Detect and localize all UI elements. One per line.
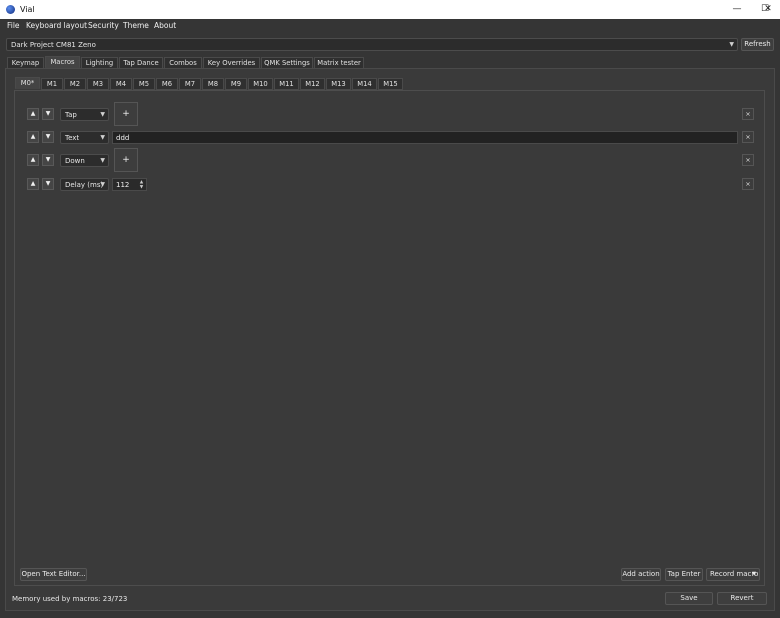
move-up-button[interactable]: ▲: [27, 154, 39, 166]
tap-enter-button[interactable]: Tap Enter: [665, 568, 703, 581]
macro-tab-m6[interactable]: M6: [156, 78, 178, 90]
macro-tab-m13[interactable]: M13: [326, 78, 351, 90]
macro-tab-m0[interactable]: M0*: [15, 77, 40, 89]
macro-tab-m8[interactable]: M8: [202, 78, 224, 90]
revert-button[interactable]: Revert: [717, 592, 767, 605]
menu-theme[interactable]: Theme: [123, 21, 149, 30]
macro-text-value: ddd: [116, 134, 130, 142]
delay-input[interactable]: 112 ▲ ▼: [112, 178, 147, 191]
vial-logo-icon: [6, 5, 15, 14]
move-down-button[interactable]: ▼: [42, 131, 54, 143]
add-action-button[interactable]: Add action: [621, 568, 661, 581]
macro-tab-m3[interactable]: M3: [87, 78, 109, 90]
chevron-down-icon: ▼: [100, 181, 105, 188]
menu-bar: File Keyboard layout Security Theme Abou…: [0, 19, 780, 33]
chevron-down-icon: ▼: [729, 41, 734, 48]
menu-security[interactable]: Security: [88, 21, 119, 30]
save-button[interactable]: Save: [665, 592, 713, 605]
macro-tab-m2[interactable]: M2: [64, 78, 86, 90]
window-title: Vial: [20, 5, 35, 14]
action-type-value: Down: [65, 157, 85, 165]
menu-about[interactable]: About: [154, 21, 176, 30]
macro-tab-m5[interactable]: M5: [133, 78, 155, 90]
remove-action-button[interactable]: ×: [742, 131, 754, 143]
action-type-select[interactable]: Tap ▼: [60, 108, 109, 121]
title-bar: Vial — ☐ ✕: [0, 0, 780, 19]
macro-tab-m7[interactable]: M7: [179, 78, 201, 90]
action-type-select[interactable]: Down ▼: [60, 154, 109, 167]
macro-tab-m14[interactable]: M14: [352, 78, 377, 90]
action-type-value: Text: [65, 134, 80, 142]
open-text-editor-button[interactable]: Open Text Editor...: [20, 568, 87, 581]
macro-text-input[interactable]: ddd: [112, 131, 738, 144]
delay-value: 112: [116, 181, 130, 189]
move-down-button[interactable]: ▼: [42, 154, 54, 166]
macro-tab-m12[interactable]: M12: [300, 78, 325, 90]
move-up-button[interactable]: ▲: [27, 178, 39, 190]
macro-tab-m4[interactable]: M4: [110, 78, 132, 90]
move-up-button[interactable]: ▲: [27, 108, 39, 120]
macro-tab-m10[interactable]: M10: [248, 78, 273, 90]
record-macro-label: Record macro: [710, 570, 759, 578]
record-macro-button[interactable]: Record macro ▼: [706, 568, 760, 581]
add-key-button[interactable]: +: [114, 102, 138, 126]
action-type-value: Delay (ms): [65, 181, 104, 189]
move-down-button[interactable]: ▼: [42, 108, 54, 120]
remove-action-button[interactable]: ×: [742, 154, 754, 166]
memory-usage-label: Memory used by macros: 23/723: [12, 595, 128, 603]
chevron-down-icon: ▼: [100, 157, 105, 164]
close-window-button[interactable]: ✕: [756, 0, 780, 19]
move-down-button[interactable]: ▼: [42, 178, 54, 190]
chevron-down-icon: ▼: [100, 111, 105, 118]
decrement-icon[interactable]: ▼: [138, 185, 145, 190]
remove-action-button[interactable]: ×: [742, 178, 754, 190]
chevron-down-icon: ▼: [752, 571, 756, 577]
action-type-select[interactable]: Delay (ms) ▼: [60, 178, 109, 191]
device-select[interactable]: Dark Project CM81 Zeno ▼: [6, 38, 738, 51]
menu-keyboard-layout[interactable]: Keyboard layout: [26, 21, 87, 30]
menu-file[interactable]: File: [7, 21, 20, 30]
macro-tab-m9[interactable]: M9: [225, 78, 247, 90]
refresh-button[interactable]: Refresh: [741, 38, 774, 51]
action-type-value: Tap: [65, 111, 77, 119]
action-type-select[interactable]: Text ▼: [60, 131, 109, 144]
minimize-icon: [723, 0, 751, 19]
macro-tab-m15[interactable]: M15: [378, 78, 403, 90]
macro-tab-m1[interactable]: M1: [41, 78, 63, 90]
add-key-button[interactable]: +: [114, 148, 138, 172]
macro-tab-m11[interactable]: M11: [274, 78, 299, 90]
tab-macros[interactable]: Macros: [45, 56, 80, 68]
move-up-button[interactable]: ▲: [27, 131, 39, 143]
remove-action-button[interactable]: ×: [742, 108, 754, 120]
device-select-value: Dark Project CM81 Zeno: [11, 41, 96, 49]
chevron-down-icon: ▼: [100, 134, 105, 141]
